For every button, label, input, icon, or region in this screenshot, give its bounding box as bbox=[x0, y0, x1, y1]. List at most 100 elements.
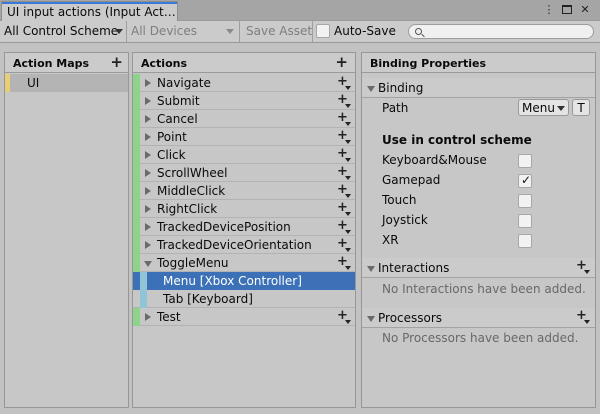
control-scheme-checkbox[interactable] bbox=[518, 194, 532, 208]
chevron-down-icon bbox=[557, 106, 565, 111]
chevron-down-icon bbox=[226, 29, 234, 34]
binding-section-label: Binding bbox=[378, 81, 424, 95]
action-color-bar bbox=[133, 218, 140, 236]
window-tab-title: UI input actions (Input Act… bbox=[7, 5, 176, 19]
add-binding-icon[interactable]: + bbox=[337, 201, 351, 217]
control-scheme-label: Gamepad bbox=[382, 173, 441, 187]
add-binding-icon[interactable]: + bbox=[337, 309, 351, 325]
action-label: ScrollWheel bbox=[157, 166, 228, 180]
action-label: MiddleClick bbox=[157, 184, 226, 198]
chevron-down-icon bbox=[115, 29, 123, 34]
add-binding-icon[interactable]: + bbox=[337, 219, 351, 235]
binding-properties-title: Binding Properties bbox=[370, 57, 487, 70]
add-binding-icon[interactable]: + bbox=[337, 255, 351, 271]
path-label: Path bbox=[382, 101, 409, 115]
control-scheme-checkbox[interactable] bbox=[518, 154, 532, 168]
control-scheme-dropdown[interactable]: All Control Scheme bbox=[4, 21, 118, 42]
binding-properties-panel: Binding Properties Binding Path Menu T U… bbox=[361, 52, 596, 408]
collapsed-triangle-icon[interactable] bbox=[145, 187, 151, 195]
action-label: RightClick bbox=[157, 202, 218, 216]
close-icon[interactable]: ✕ bbox=[578, 3, 592, 17]
action-maps-panel: Action Maps + UI bbox=[4, 52, 129, 408]
expanded-triangle-icon[interactable] bbox=[144, 261, 152, 267]
add-binding-icon[interactable]: + bbox=[337, 75, 351, 91]
collapsed-triangle-icon[interactable] bbox=[145, 115, 151, 123]
add-binding-icon[interactable]: + bbox=[337, 183, 351, 199]
interactions-section-header[interactable]: Interactions bbox=[362, 258, 595, 278]
search-icon bbox=[415, 28, 422, 35]
collapsed-triangle-icon[interactable] bbox=[145, 313, 151, 321]
add-processor-icon[interactable]: + bbox=[576, 309, 590, 325]
control-scheme-checkbox[interactable] bbox=[518, 214, 532, 228]
path-dropdown[interactable]: Menu bbox=[518, 99, 569, 116]
action-item[interactable]: TrackedDevicePosition + bbox=[133, 218, 355, 236]
binding-item[interactable]: Menu [Xbox Controller] bbox=[133, 272, 355, 290]
auto-save-checkbox[interactable] bbox=[316, 24, 330, 38]
collapsed-triangle-icon[interactable] bbox=[145, 169, 151, 177]
collapsed-triangle-icon[interactable] bbox=[145, 223, 151, 231]
add-action-icon[interactable]: + bbox=[335, 55, 348, 70]
action-item[interactable]: Cancel + bbox=[133, 110, 355, 128]
collapsed-triangle-icon[interactable] bbox=[145, 241, 151, 249]
collapsed-triangle-icon[interactable] bbox=[145, 97, 151, 105]
add-binding-icon[interactable]: + bbox=[337, 93, 351, 109]
action-item[interactable]: ToggleMenu + bbox=[133, 254, 355, 272]
action-item[interactable]: MiddleClick + bbox=[133, 182, 355, 200]
action-color-bar bbox=[133, 74, 140, 92]
control-scheme-checkbox[interactable]: ✓ bbox=[518, 173, 532, 188]
window-controls: ⋮ ✕ bbox=[542, 3, 592, 17]
action-item[interactable]: ScrollWheel + bbox=[133, 164, 355, 182]
action-label: Navigate bbox=[157, 76, 211, 90]
action-label: TrackedDeviceOrientation bbox=[157, 238, 312, 252]
action-item[interactable]: Navigate + bbox=[133, 74, 355, 92]
add-action-map-icon[interactable]: + bbox=[110, 55, 123, 70]
window-tab[interactable]: UI input actions (Input Act… bbox=[1, 1, 178, 21]
action-label: Point bbox=[157, 130, 187, 144]
action-label: Submit bbox=[157, 94, 200, 108]
kebab-menu-icon[interactable]: ⋮ bbox=[542, 3, 556, 17]
action-color-bar bbox=[133, 308, 140, 326]
action-item[interactable]: TrackedDeviceOrientation + bbox=[133, 236, 355, 254]
binding-item[interactable]: Tab [Keyboard] bbox=[133, 290, 355, 308]
add-binding-icon[interactable]: + bbox=[337, 237, 351, 253]
collapsed-triangle-icon[interactable] bbox=[145, 151, 151, 159]
text-mode-button[interactable]: T bbox=[572, 99, 590, 116]
collapsed-triangle-icon[interactable] bbox=[145, 133, 151, 141]
devices-dropdown[interactable]: All Devices bbox=[131, 21, 197, 42]
add-binding-icon[interactable]: + bbox=[337, 111, 351, 127]
actions-header: Actions bbox=[133, 53, 355, 73]
text-mode-label: T bbox=[577, 101, 585, 115]
maximize-icon[interactable] bbox=[560, 3, 574, 17]
add-interaction-icon[interactable]: + bbox=[576, 259, 590, 275]
action-label: Cancel bbox=[157, 112, 198, 126]
collapsed-triangle-icon[interactable] bbox=[145, 205, 151, 213]
action-item[interactable]: Submit + bbox=[133, 92, 355, 110]
processors-empty-text: No Processors have been added. bbox=[382, 331, 579, 345]
binding-section-header[interactable]: Binding bbox=[362, 78, 595, 98]
window-tab-strip: UI input actions (Input Act… ⋮ ✕ bbox=[0, 0, 600, 21]
action-item[interactable]: Test + bbox=[133, 308, 355, 326]
processors-section-header[interactable]: Processors bbox=[362, 308, 595, 328]
add-binding-icon[interactable]: + bbox=[337, 165, 351, 181]
collapsed-triangle-icon[interactable] bbox=[145, 79, 151, 87]
search-input[interactable] bbox=[425, 25, 585, 38]
action-item[interactable]: RightClick + bbox=[133, 200, 355, 218]
search-field[interactable] bbox=[408, 24, 594, 39]
action-map-item-ui[interactable]: UI bbox=[5, 74, 128, 92]
action-color-bar bbox=[133, 164, 140, 182]
toolbar-divider bbox=[312, 21, 313, 42]
editor-toolbar: All Control Scheme All Devices Save Asse… bbox=[0, 21, 600, 43]
toolbar-divider bbox=[239, 21, 240, 42]
add-binding-icon[interactable]: + bbox=[337, 129, 351, 145]
toolbar-divider bbox=[126, 21, 127, 42]
path-value: Menu bbox=[522, 101, 555, 115]
control-scheme-checkbox[interactable] bbox=[518, 234, 532, 248]
binding-color-bar bbox=[140, 272, 147, 290]
action-label: ToggleMenu bbox=[157, 256, 229, 270]
action-color-bar bbox=[133, 92, 140, 110]
save-asset-button[interactable]: Save Asset bbox=[246, 21, 312, 42]
interactions-section-label: Interactions bbox=[378, 261, 450, 275]
action-item[interactable]: Point + bbox=[133, 128, 355, 146]
add-binding-icon[interactable]: + bbox=[337, 147, 351, 163]
action-item[interactable]: Click + bbox=[133, 146, 355, 164]
